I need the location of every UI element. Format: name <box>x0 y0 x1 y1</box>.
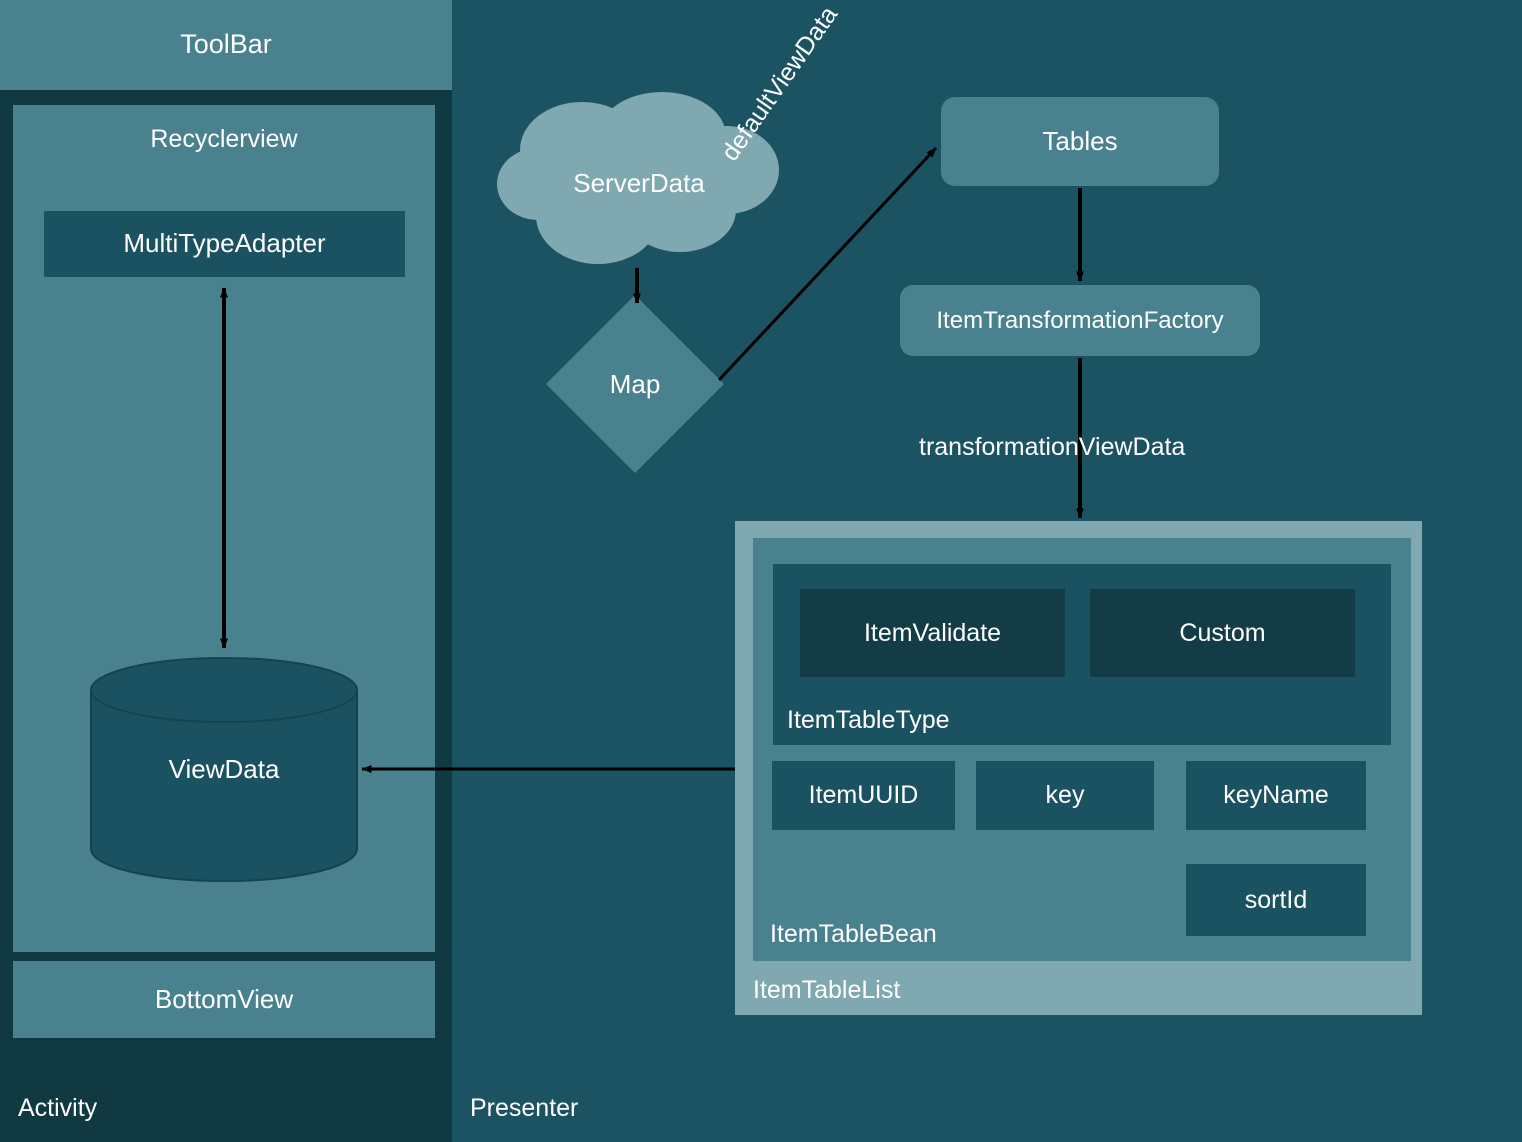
tables-box[interactable]: Tables <box>941 97 1219 186</box>
keyname-box[interactable]: keyName <box>1186 761 1366 830</box>
map-diamond-shape[interactable] <box>546 295 724 473</box>
multitypeadapter-label: MultiTypeAdapter <box>123 228 326 259</box>
pane-label-presenter: Presenter <box>470 1094 579 1122</box>
tables-label: Tables <box>1042 125 1118 156</box>
key-label: key <box>1045 781 1085 810</box>
pane-label-activity: Activity <box>18 1094 98 1122</box>
sortid-label: sortId <box>1244 885 1308 914</box>
custom-box[interactable]: Custom <box>1090 589 1355 677</box>
edge-label-transformationviewdata: transformationViewData <box>919 433 1186 461</box>
toolbar-box[interactable]: ToolBar <box>0 0 452 90</box>
itemtablebean-label: ItemTableBean <box>770 920 937 949</box>
itemtransformationfactory-label: ItemTransformationFactory <box>936 306 1224 334</box>
itemvalidate-label: ItemValidate <box>863 618 1002 647</box>
custom-label: Custom <box>1179 618 1266 647</box>
toolbar-label: ToolBar <box>180 29 272 60</box>
multitypeadapter-box[interactable]: MultiTypeAdapter <box>44 211 405 277</box>
sortid-box[interactable]: sortId <box>1186 864 1366 936</box>
diagram-canvas: ToolBar Recyclerview MultiTypeAdapter Vi… <box>0 0 1522 1142</box>
keyname-label: keyName <box>1223 781 1329 810</box>
recyclerview-label: Recyclerview <box>150 125 298 153</box>
itemuuid-label: ItemUUID <box>808 781 919 810</box>
bottomview-box[interactable]: BottomView <box>13 961 435 1038</box>
itemtablelist-label: ItemTableList <box>753 976 901 1005</box>
key-box[interactable]: key <box>976 761 1154 830</box>
itemuuid-box[interactable]: ItemUUID <box>772 761 955 830</box>
itemvalidate-box[interactable]: ItemValidate <box>800 589 1065 677</box>
bottomview-label: BottomView <box>154 983 294 1014</box>
itemtransformationfactory-box[interactable]: ItemTransformationFactory <box>900 285 1260 356</box>
itemtabletype-label: ItemTableType <box>787 706 950 735</box>
viewdata-cylinder[interactable] <box>90 657 358 882</box>
